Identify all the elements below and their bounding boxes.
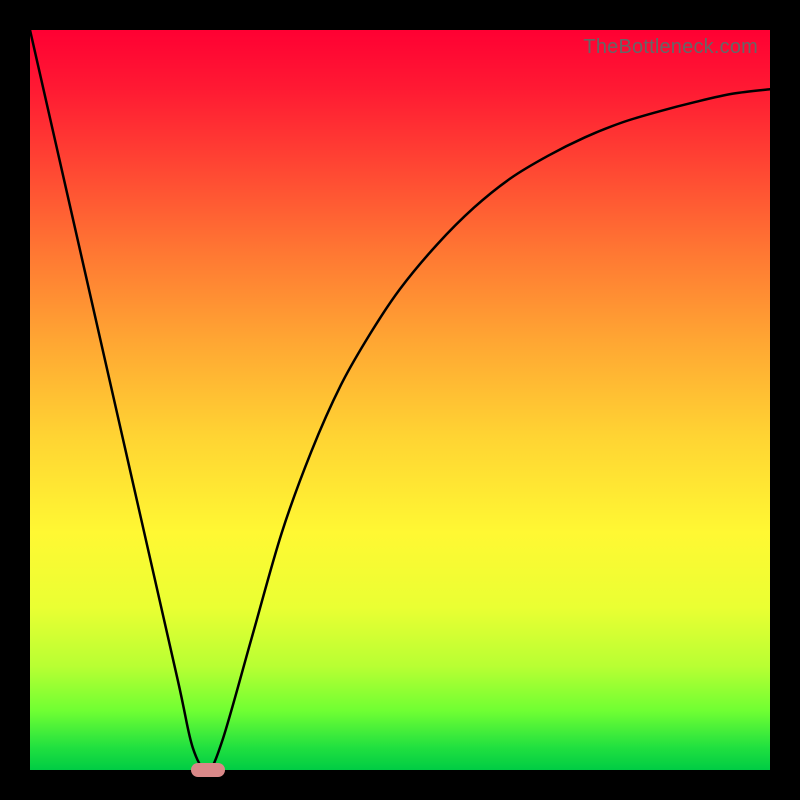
plot-area: TheBottleneck.com	[30, 30, 770, 770]
bottleneck-curve	[30, 30, 770, 770]
minimum-marker	[191, 763, 225, 777]
chart-frame: TheBottleneck.com	[0, 0, 800, 800]
